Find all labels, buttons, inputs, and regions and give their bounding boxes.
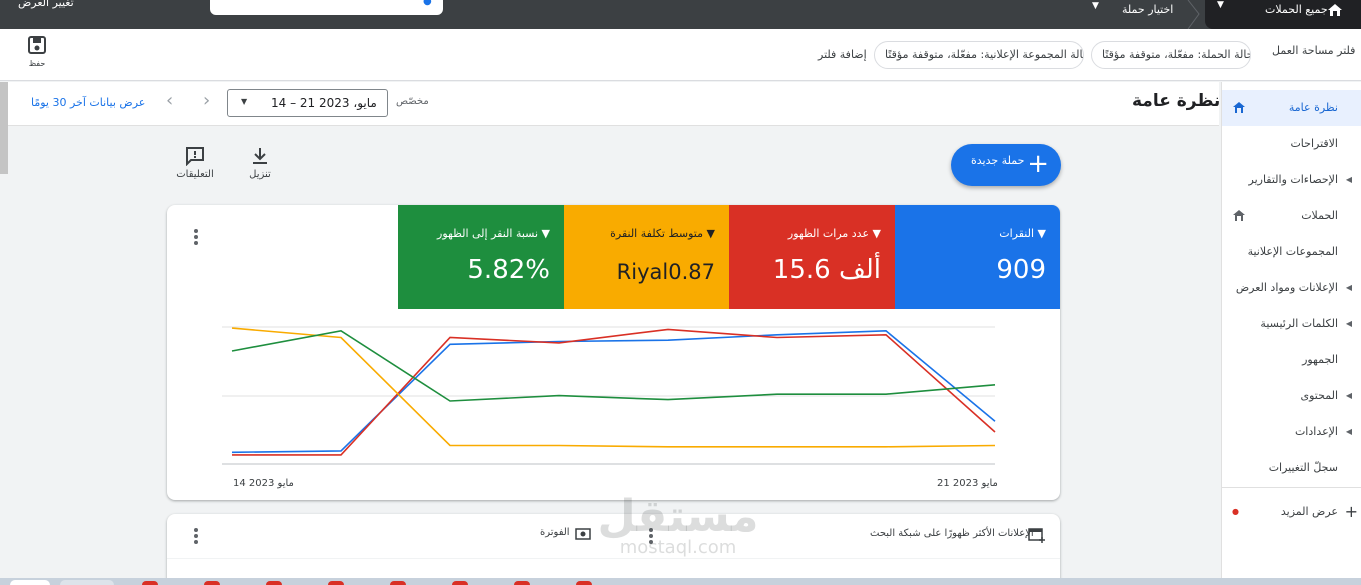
more-options-icon[interactable] [649,528,653,546]
sidebar-item-audiences[interactable]: الجمهور [1222,342,1361,378]
home-icon [1233,102,1245,113]
sidebar-item-change-history[interactable]: سجلّ التغييرات [1222,450,1361,486]
show-more-button[interactable]: عرض المزيد + ● [1222,494,1361,530]
top-bar: تغيير العرض ● ▼ اختيار حملة ▼ جميع الحمل… [0,0,1361,29]
expand-arrow-icon: ◀ [1345,391,1352,400]
metric-avg-cpc[interactable]: متوسط تكلفة النقرة ▼ Riyal0.87 [564,205,729,309]
sidebar: نظرة عامة الاقتراحات الإحصاءات والتقارير… [1221,82,1361,585]
taskbar-chrome-icon[interactable] [576,581,592,585]
series-line-2 [231,327,996,448]
filter-chip-adgroup-status[interactable]: حالة المجموعة الإعلانية: مفعّلة، متوقفة … [874,41,1084,69]
chevron-left-icon[interactable]: ‹ [166,90,173,111]
sidebar-item-overview[interactable]: نظرة عامة [1222,90,1361,126]
feedback-button[interactable]: التعليقات [170,146,220,180]
scrollbar[interactable] [0,82,8,174]
x-tick-end: 21 مايو 2023 [937,478,998,489]
taskbar-chrome-icon[interactable] [328,581,344,585]
sidebar-item-ad-groups[interactable]: المجموعات الإعلانية [1222,234,1361,270]
x-tick-start: 14 مايو 2023 [233,478,294,489]
download-label: تنزيل [249,169,271,180]
chevron-down-icon[interactable]: ▼ [1092,1,1099,11]
breadcrumb-separator [1187,0,1200,29]
divider [167,558,1060,559]
all-campaigns-tab[interactable]: ▼ جميع الحملات [1205,0,1361,29]
billing-icon [575,528,591,540]
performance-card: نسبة النقر إلى الظهور ▼ 5.82% متوسط تكلف… [167,205,1060,500]
save-icon [28,36,46,54]
add-widget-icon[interactable] [1028,527,1046,543]
chevron-down-icon: ▼ [1217,0,1224,10]
expand-arrow-icon: ◀ [1345,427,1352,436]
home-icon [1233,210,1245,221]
sidebar-item-settings[interactable]: الإعدادات ◀ [1222,414,1361,450]
taskbar-chrome-icon[interactable] [514,581,530,585]
workspace-filter-label: فلتر مساحة العمل [1272,44,1356,57]
expand-arrow-icon: ◀ [1345,319,1352,328]
metric-clicks[interactable]: النقرات ▼ 909 [895,205,1060,309]
more-options-icon[interactable] [194,229,198,247]
series-line-0 [231,329,996,454]
download-button[interactable]: تنزيل [235,146,285,180]
sidebar-item-insights-reports[interactable]: الإحصاءات والتقارير ◀ [1222,162,1361,198]
sidebar-item-recommendations[interactable]: الاقتراحات [1222,126,1361,162]
performance-chart: 14 مايو 2023 21 مايو 2023 [222,326,998,489]
sidebar-item-ads-assets[interactable]: الإعلانات ومواد العرض ◀ [1222,270,1361,306]
taskbar-chrome-icon[interactable] [204,581,220,585]
date-range-value: 14 – 21 مايو، 2023 [271,96,377,110]
chevron-down-icon: ▼ [241,97,248,106]
custom-range-label: مخصّص [396,96,429,107]
metric-impressions[interactable]: عدد مرات الظهور ▼ 15.6 ألف [729,205,895,309]
add-filter-link[interactable]: إضافة فلتر [818,48,867,61]
divider [1222,487,1361,488]
download-icon [253,148,267,164]
search-box[interactable]: ● [210,0,443,15]
feedback-label: التعليقات [176,169,214,180]
more-options-icon[interactable] [194,528,198,546]
plus-icon: + [1027,149,1049,179]
taskbar-app[interactable] [60,580,114,585]
save-label: حفظ [28,59,46,68]
new-campaign-button[interactable]: حملة جديدة + [951,144,1061,186]
taskbar-chrome-icon[interactable] [390,581,406,585]
new-campaign-label: حملة جديدة [971,154,1025,167]
sidebar-item-content[interactable]: المحتوى ◀ [1222,378,1361,414]
series-line-1 [232,328,996,456]
taskbar-chrome-icon[interactable] [142,581,158,585]
expand-arrow-icon: ◀ [1345,283,1352,292]
chevron-right-icon[interactable]: › [203,90,210,111]
billing-title: الفوترة [540,527,570,538]
all-campaigns-label: جميع الحملات [1265,3,1328,16]
expand-arrow-icon: ◀ [1345,175,1352,184]
taskbar-chrome-icon[interactable] [266,581,282,585]
change-view-button[interactable]: تغيير العرض [18,0,74,9]
filter-chip-campaign-status[interactable]: حالة الحملة: مفعّلة، متوقفة مؤقتًا [1091,41,1251,69]
overview-header: عرض بيانات آخر 30 يومًا ‹ › ▼ 14 – 21 ما… [0,82,1221,174]
save-filter-button[interactable]: حفظ [24,35,50,68]
summary-cards-row: الفوترة الإعلانات الأكثر ظهورًا على شبكة… [167,514,1060,585]
metric-ctr[interactable]: نسبة النقر إلى الظهور ▼ 5.82% [398,205,564,309]
notification-dot: ● [1232,507,1239,516]
show-last-30-days-link[interactable]: عرض بيانات آخر 30 يومًا [31,96,145,109]
feedback-icon [186,147,204,167]
page-title: نظرة عامة [1132,91,1221,111]
plus-icon: + [1344,502,1358,521]
select-campaign-dropdown[interactable]: اختيار حملة [1122,3,1173,16]
sidebar-item-campaigns[interactable]: الحملات [1222,198,1361,234]
date-range-picker[interactable]: ▼ 14 – 21 مايو، 2023 [227,89,388,117]
taskbar-chrome-icon[interactable] [452,581,468,585]
search-icon[interactable]: ● [423,0,432,7]
sidebar-item-keywords[interactable]: الكلمات الرئيسية ◀ [1222,306,1361,342]
top-search-ads-title: الإعلانات الأكثر ظهورًا على شبكة البحث [870,528,1034,539]
filter-bar: حفظ إضافة فلتر حالة المجموعة الإعلانية: … [0,29,1361,81]
home-icon [1328,4,1342,16]
start-button[interactable] [10,580,50,585]
